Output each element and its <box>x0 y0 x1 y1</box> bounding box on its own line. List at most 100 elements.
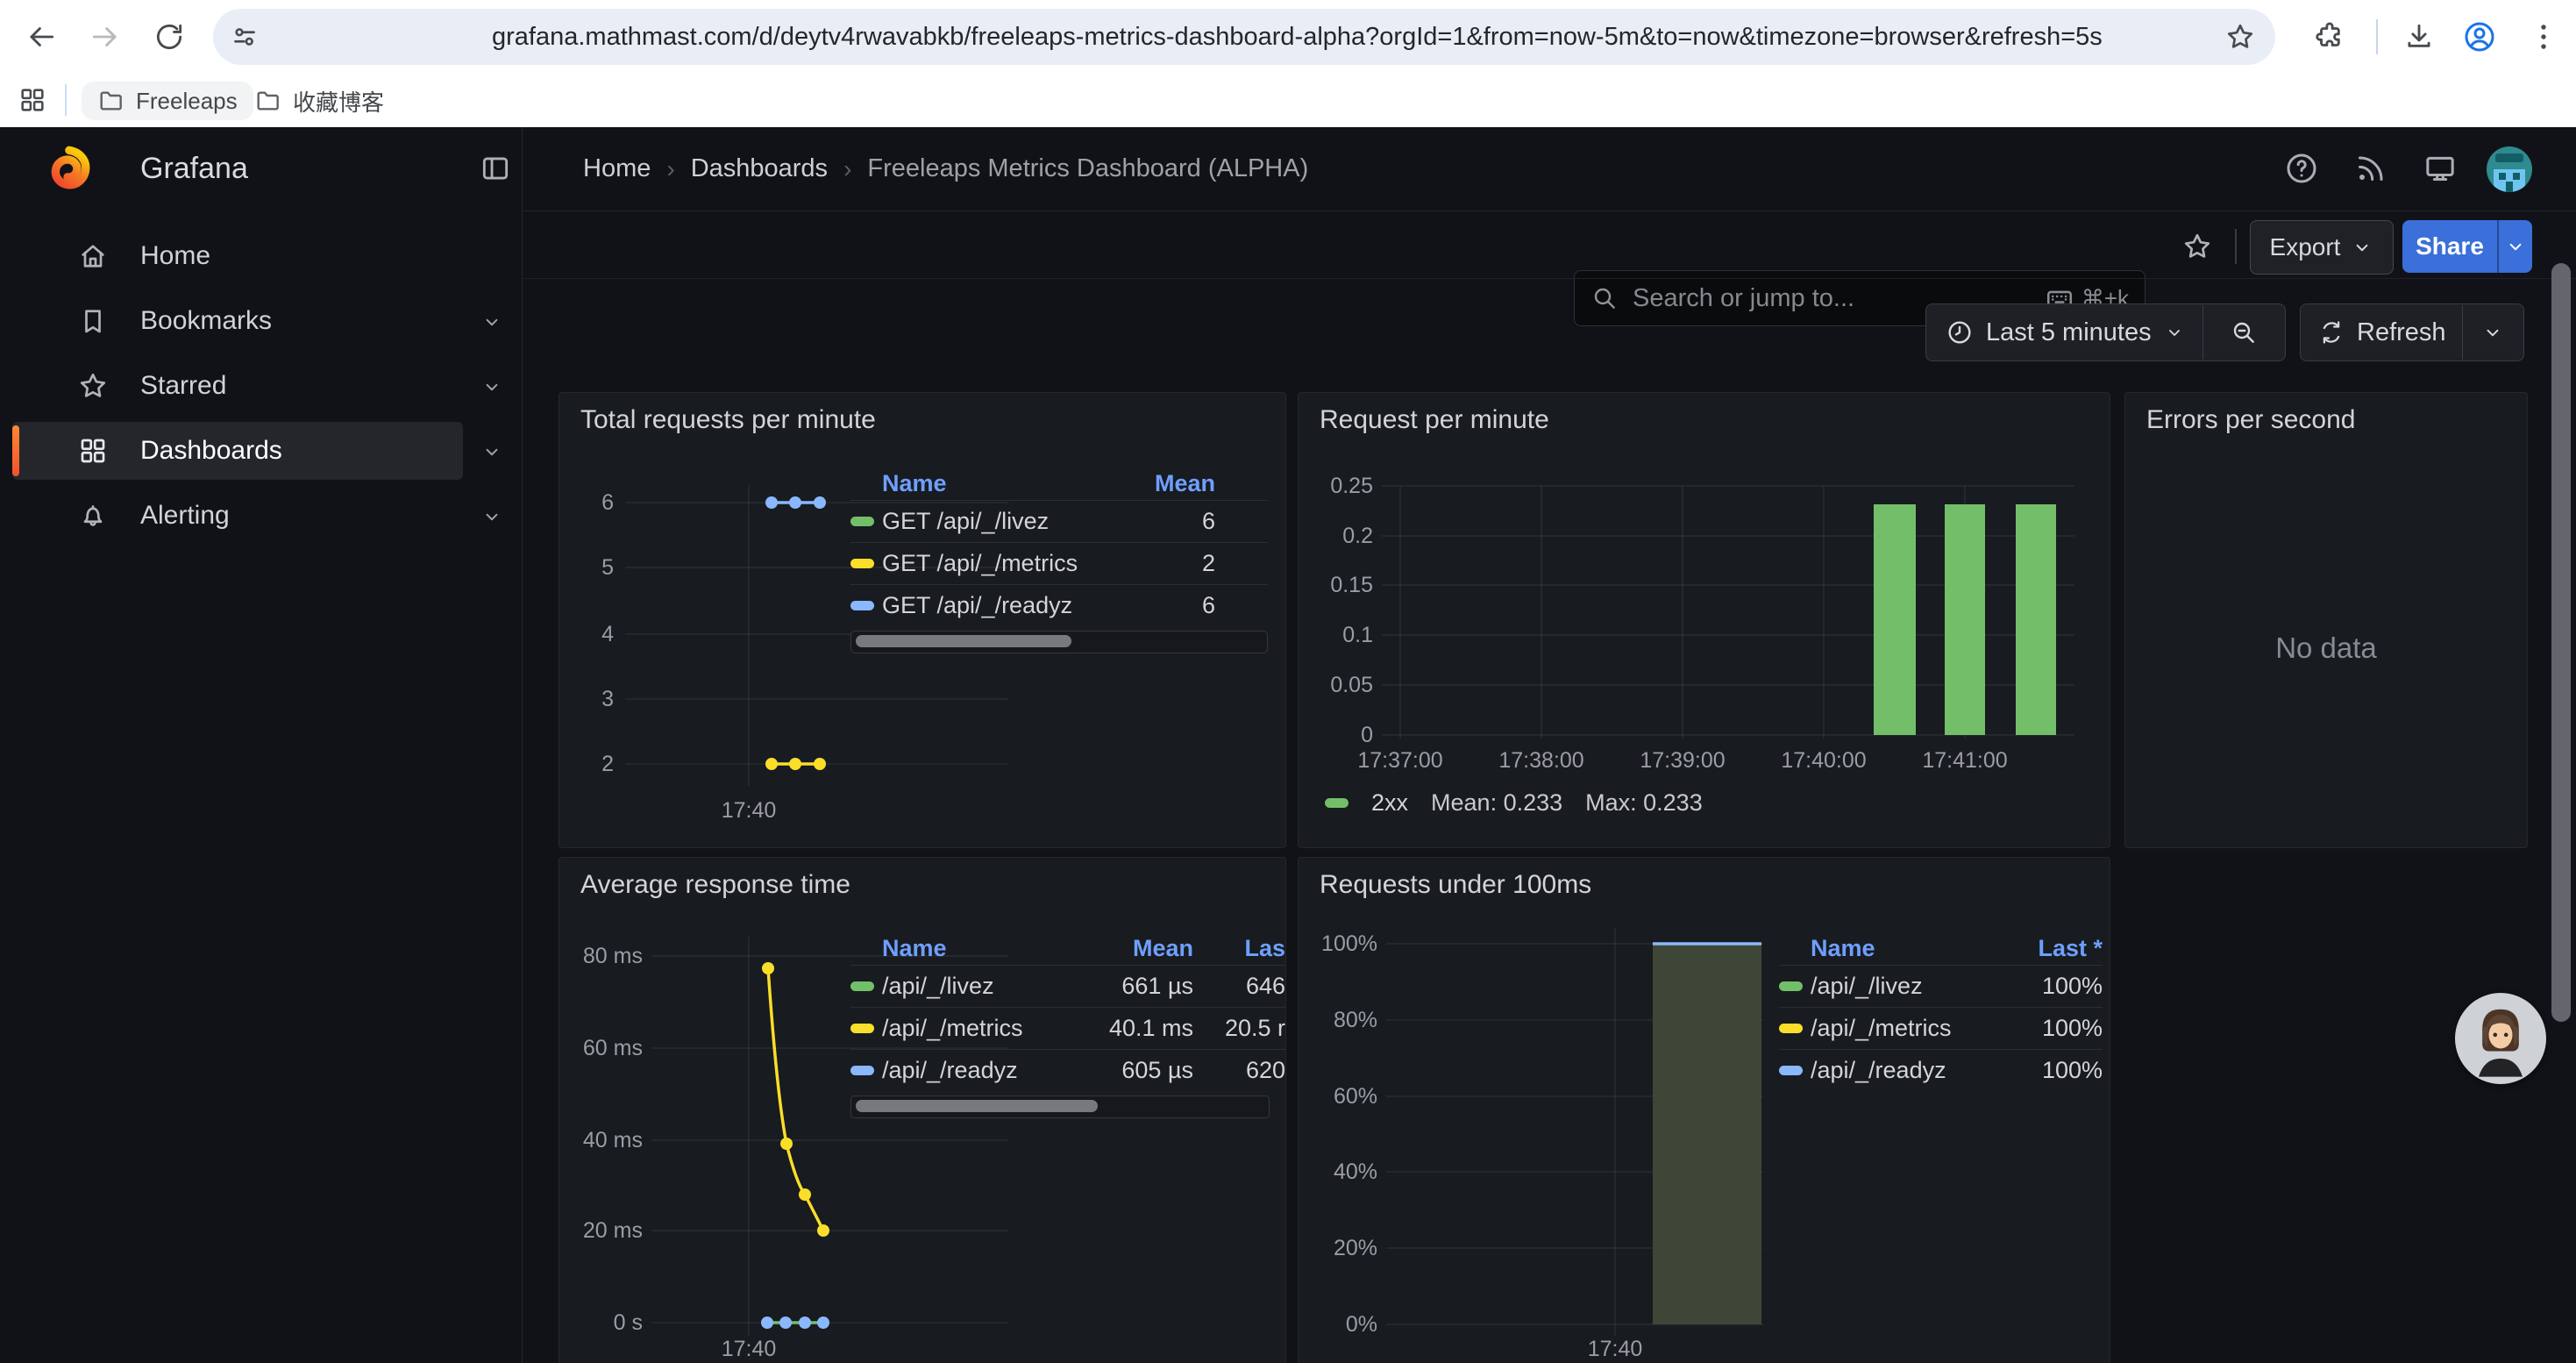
breadcrumb-separator: › <box>666 155 674 183</box>
bookmark-star-icon[interactable] <box>2224 21 2256 53</box>
extensions-icon[interactable] <box>2313 20 2346 54</box>
browser-menu-icon[interactable] <box>2527 20 2560 54</box>
legend-row[interactable]: /api/_/readyz 100% <box>1779 1049 2103 1091</box>
y-tick: 3 <box>570 687 614 711</box>
help-icon[interactable] <box>2284 151 2319 186</box>
legend-header-last[interactable]: Las <box>1193 935 1285 962</box>
refresh-button[interactable]: Refresh <box>2301 318 2462 347</box>
news-rss-icon[interactable] <box>2353 151 2388 186</box>
legend-header-mean[interactable]: Mean <box>1092 470 1215 497</box>
sidebar-item-home[interactable]: Home <box>0 224 522 289</box>
legend-row[interactable]: /api/_/livez 100% <box>1779 966 2103 1007</box>
legend-row[interactable]: GET /api/_/livez 6 <box>850 501 1268 542</box>
y-tick: 0.05 <box>1312 673 1373 697</box>
panel-requests-under-100ms: Requests under 100ms 100% 80% 60% 40% 20… <box>1298 857 2110 1363</box>
export-button[interactable]: Export <box>2250 220 2394 275</box>
download-icon[interactable] <box>2402 20 2436 54</box>
panel-average-response-time: Average response time 80 ms 60 ms 40 ms … <box>559 857 1286 1363</box>
refresh-interval-button[interactable] <box>2463 321 2523 344</box>
chevron-down-icon[interactable] <box>480 440 503 463</box>
chevron-down-icon <box>2481 321 2504 344</box>
legend-table: Name Mean Las /api/_/livez 661 µs 646 /a… <box>850 931 1285 1118</box>
chevron-down-icon[interactable] <box>480 375 503 398</box>
series-color-pill <box>850 1066 874 1075</box>
legend-header-last[interactable]: Last * <box>1997 935 2103 962</box>
sidebar-item-alerting[interactable]: Alerting <box>0 483 522 548</box>
time-range-label: Last 5 minutes <box>1986 318 2152 347</box>
legend-scrollbar[interactable] <box>850 1095 1270 1118</box>
actions-divider <box>2235 229 2237 264</box>
chevron-down-icon[interactable] <box>480 505 503 528</box>
user-avatar[interactable] <box>2487 146 2532 192</box>
url-text[interactable]: grafana.mathmast.com/d/deytv4rwavabkb/fr… <box>492 9 2103 65</box>
toolbar-divider <box>2376 19 2378 54</box>
y-tick: 20% <box>1307 1236 1377 1260</box>
y-tick: 4 <box>570 622 614 646</box>
page-scrollbar[interactable] <box>2551 263 2571 1022</box>
panel-total-requests: Total requests per minute 6 5 4 3 2 17:4… <box>559 392 1286 848</box>
panel-errors-per-second: Errors per second No data <box>2124 392 2528 848</box>
forward-icon[interactable] <box>89 20 122 54</box>
sidebar-item-dashboards[interactable]: Dashboards <box>0 418 522 483</box>
legend-row[interactable]: /api/_/metrics 100% <box>1779 1007 2103 1049</box>
legend-scrollbar[interactable] <box>850 631 1268 653</box>
y-tick: 0.1 <box>1312 623 1373 647</box>
sidebar-item-label: Bookmarks <box>140 289 272 353</box>
reload-icon[interactable] <box>153 20 186 54</box>
legend-row[interactable]: GET /api/_/readyz 6 <box>850 584 1268 626</box>
zoom-out-button[interactable] <box>2203 318 2285 346</box>
y-tick: 5 <box>570 555 614 580</box>
clock-icon <box>1946 318 1974 346</box>
legend-header-mean[interactable]: Mean <box>1062 935 1193 962</box>
chevron-down-icon[interactable] <box>480 310 503 333</box>
profile-icon[interactable] <box>2462 19 2497 54</box>
sidebar-item-label: Alerting <box>140 483 230 548</box>
favorite-star-icon[interactable] <box>2181 231 2213 262</box>
floating-assistant-avatar[interactable] <box>2455 993 2546 1084</box>
bar-chart <box>1299 393 2110 847</box>
legend-header-name[interactable]: Name <box>882 935 1062 962</box>
y-tick: 6 <box>570 490 614 515</box>
monitor-icon[interactable] <box>2423 151 2458 186</box>
bookmark-item-freeleaps[interactable]: Freeleaps <box>82 82 253 120</box>
bookmark-item-blogs[interactable]: 收藏博客 <box>238 82 400 120</box>
url-bar[interactable]: grafana.mathmast.com/d/deytv4rwavabkb/fr… <box>213 9 2275 65</box>
panel-title[interactable]: Errors per second <box>2146 405 2355 435</box>
series-color-pill <box>1779 1024 1803 1033</box>
legend-table: Name Mean GET /api/_/livez 6 GET /api/_/… <box>850 467 1268 653</box>
legend-header-name[interactable]: Name <box>882 470 1092 497</box>
sidebar-toggle-icon[interactable] <box>479 152 512 185</box>
sidebar-item-label: Dashboards <box>140 418 282 483</box>
y-tick: 60% <box>1307 1084 1377 1109</box>
header-divider <box>523 278 2576 279</box>
sidebar-item-bookmarks[interactable]: Bookmarks <box>0 289 522 353</box>
legend-row[interactable]: /api/_/livez 661 µs 646 <box>850 966 1285 1007</box>
share-menu-button[interactable] <box>2499 220 2532 273</box>
legend-max: Max: 0.233 <box>1585 789 1703 817</box>
site-info-icon[interactable] <box>229 21 260 53</box>
bookmarks-divider <box>65 84 67 116</box>
sidebar: Home Bookmarks Starred Dashboards Alerti… <box>0 211 522 1363</box>
bookmark-label: 收藏博客 <box>293 85 384 118</box>
legend-row[interactable]: /api/_/metrics 40.1 ms 20.5 r <box>850 1007 1285 1049</box>
share-button[interactable]: Share <box>2402 220 2497 273</box>
share-button-group: Share <box>2402 220 2532 273</box>
series-color-pill <box>850 559 874 568</box>
grafana-logo[interactable] <box>41 142 94 195</box>
legend-header-name[interactable]: Name <box>1811 935 1997 962</box>
legend-row[interactable]: GET /api/_/metrics 2 <box>850 542 1268 584</box>
search-icon <box>1590 284 1619 312</box>
legend-row[interactable]: /api/_/readyz 605 µs 620 <box>850 1049 1285 1091</box>
legend[interactable]: 2xx Mean: 0.233 Max: 0.233 <box>1325 789 1703 817</box>
breadcrumb-dashboards[interactable]: Dashboards <box>691 154 828 183</box>
breadcrumb-home[interactable]: Home <box>583 154 651 183</box>
sidebar-item-starred[interactable]: Starred <box>0 353 522 418</box>
legend-header: Name Mean <box>850 467 1268 501</box>
breadcrumb: Home › Dashboards › Freeleaps Metrics Da… <box>583 127 1308 211</box>
time-range-button[interactable]: Last 5 minutes <box>1926 318 2202 347</box>
apps-grid-icon[interactable] <box>18 85 47 115</box>
active-item-accent <box>12 425 19 476</box>
browser-toolbar: grafana.mathmast.com/d/deytv4rwavabkb/fr… <box>0 0 2576 74</box>
panel-request-per-minute: Request per minute 0.25 0.2 0.15 0.1 0.0… <box>1298 392 2110 848</box>
back-icon[interactable] <box>25 20 58 54</box>
